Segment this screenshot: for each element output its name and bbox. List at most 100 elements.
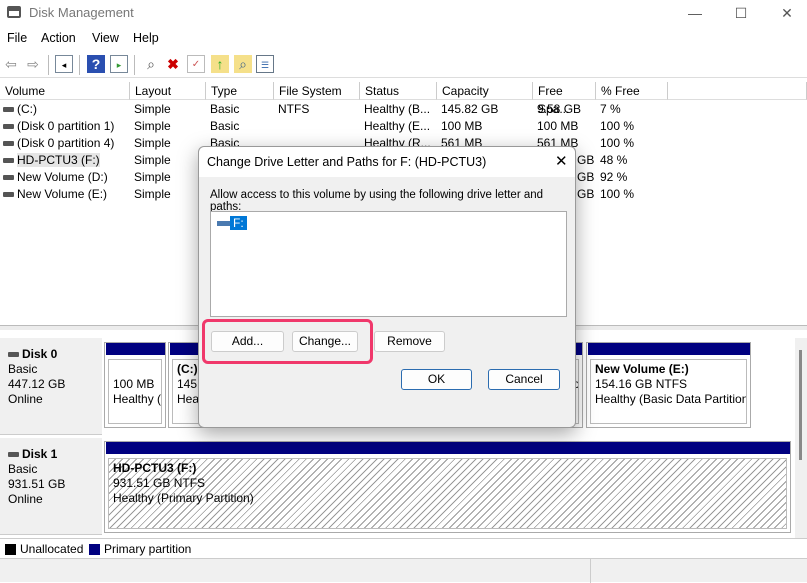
table-cell: Basic xyxy=(210,119,240,133)
path-item[interactable]: F: xyxy=(217,216,247,230)
window-title: Disk Management xyxy=(29,5,134,20)
table-cell: 100 % xyxy=(600,119,635,133)
column-header[interactable]: Type xyxy=(206,82,274,100)
table-cell: 92 % xyxy=(600,170,628,184)
cancel-button[interactable]: Cancel xyxy=(488,369,560,390)
column-header[interactable]: File System xyxy=(274,82,360,100)
table-cell: Simple xyxy=(134,119,171,133)
minimize-button[interactable]: — xyxy=(672,0,718,26)
table-cell: Simple xyxy=(134,102,171,116)
menu-bar: File Action View Help xyxy=(0,28,807,48)
primary-swatch xyxy=(89,544,100,555)
table-cell: Healthy (E... xyxy=(364,119,431,133)
legend-unallocated: Unallocated xyxy=(20,542,84,556)
menu-action[interactable]: Action xyxy=(41,31,76,45)
table-cell: NTFS xyxy=(278,102,310,116)
partition-size: 931.51 GB NTFS xyxy=(113,476,206,490)
disk-size: 931.51 GB xyxy=(8,477,66,491)
volume-icon xyxy=(3,107,14,113)
table-cell: HD-PCTU3 (F:) xyxy=(0,152,130,169)
partition-title: New Volume (E:) xyxy=(595,362,689,376)
delete-icon[interactable]: ✖ xyxy=(164,55,182,73)
close-button[interactable]: ✕ xyxy=(764,0,807,26)
maximize-button[interactable]: ☐ xyxy=(718,0,764,26)
properties-icon[interactable]: ✓ xyxy=(187,55,205,73)
table-cell: 100 % xyxy=(600,136,635,150)
table-cell: 9.58 GB xyxy=(537,102,582,116)
forward-icon[interactable]: ⇨ xyxy=(24,55,42,73)
table-cell: 7 % xyxy=(600,102,621,116)
search-icon[interactable]: ⌕ xyxy=(234,55,252,73)
menu-help[interactable]: Help xyxy=(133,31,159,45)
partition-body: 100 MB Healthy ( xyxy=(108,359,162,424)
action-pane-icon[interactable]: ▸ xyxy=(110,55,128,73)
partition[interactable]: HD-PCTU3 (F:) 931.51 GB NTFS Healthy (Prim… xyxy=(104,441,791,533)
table-cell: 100 MB xyxy=(441,119,483,133)
dialog-close-button[interactable]: ✕ xyxy=(555,152,568,170)
scrollbar[interactable] xyxy=(795,338,807,538)
table-cell: Healthy (B... xyxy=(364,102,431,116)
legend-primary: Primary partition xyxy=(104,542,192,556)
partition-title xyxy=(113,362,157,377)
table-cell: (Disk 0 partition 4) xyxy=(0,135,130,152)
disk-1-label[interactable]: Disk 1 Basic 931.51 GB Online xyxy=(0,438,102,535)
column-header[interactable]: Free Spa... xyxy=(533,82,596,116)
table-row[interactable]: (C:) Simple Basic NTFS Healthy (B... 145.82 G… xyxy=(0,101,807,118)
column-header[interactable]: Layout xyxy=(130,82,206,100)
disk-icon xyxy=(8,452,19,458)
partition-status: Healthy ( xyxy=(113,392,162,406)
partition-status: Healthy (Primary Partition) xyxy=(113,491,254,505)
status-bar xyxy=(0,558,807,583)
column-header[interactable]: % Free xyxy=(596,82,668,100)
legend: Unallocated Primary partition xyxy=(0,538,807,558)
partition-bar xyxy=(106,442,790,454)
list-icon[interactable]: ☰ xyxy=(256,55,274,73)
table-cell: New Volume (E:) xyxy=(0,186,130,203)
partition-size: 154.16 GB NTFS xyxy=(595,377,688,391)
table-cell: Simple xyxy=(134,170,171,184)
volume-icon xyxy=(3,192,14,198)
partition-body: New Volume (E:) 154.16 GB NTFS Healthy (Ba… xyxy=(590,359,747,424)
up-icon[interactable]: ↑ xyxy=(211,55,229,73)
path-label: F: xyxy=(230,216,247,230)
column-header[interactable]: Volume xyxy=(0,82,130,100)
disk-name: Disk 0 xyxy=(22,347,58,361)
table-cell: 48 % xyxy=(600,153,628,167)
partition[interactable]: New Volume (E:) 154.16 GB NTFS Healthy (Ba… xyxy=(586,342,751,428)
volume-icon xyxy=(3,158,14,164)
volume-name: (C:) xyxy=(17,102,37,116)
partition-title: HD-PCTU3 (F:) xyxy=(113,461,197,475)
menu-file[interactable]: File xyxy=(7,31,27,45)
table-row[interactable]: (Disk 0 partition 1) Simple Basic Healthy (… xyxy=(0,118,807,135)
partition-bar xyxy=(588,343,750,355)
disk-0-label[interactable]: Disk 0 Basic 447.12 GB Online xyxy=(0,338,102,435)
partition[interactable]: 100 MB Healthy ( xyxy=(104,342,166,428)
column-header[interactable]: Status xyxy=(360,82,437,100)
back-icon[interactable]: ⇦ xyxy=(2,55,20,73)
disk-type: Basic xyxy=(8,462,38,476)
change-drive-letter-dialog: Change Drive Letter and Paths for F: (HD… xyxy=(198,146,576,428)
ok-button[interactable]: OK xyxy=(401,369,472,390)
table-cell xyxy=(274,118,360,135)
connect-icon[interactable]: ⌕ xyxy=(142,55,160,73)
help-icon[interactable]: ? xyxy=(87,55,105,73)
console-tree-icon[interactable]: ◂ xyxy=(55,55,73,73)
menu-view[interactable]: View xyxy=(92,31,119,45)
disk-type: Basic xyxy=(8,362,38,376)
table-cell: Simple xyxy=(134,187,171,201)
volume-name: HD-PCTU3 (F:) xyxy=(17,153,100,167)
remove-button[interactable]: Remove xyxy=(374,331,445,352)
disk-state: Online xyxy=(8,492,43,506)
partition-status: Healthy (Basic Data Partition) xyxy=(595,392,747,406)
volume-name: (Disk 0 partition 1) xyxy=(17,119,115,133)
paths-listbox[interactable]: F: xyxy=(210,211,567,317)
table-cell: Simple xyxy=(134,136,171,150)
table-cell: (C:) xyxy=(0,101,130,118)
title-bar: Disk Management — ☐ ✕ xyxy=(0,0,807,26)
highlight-box xyxy=(202,319,373,364)
disk-size: 447.12 GB xyxy=(8,377,66,391)
column-header[interactable]: Capacity xyxy=(437,82,533,100)
volume-icon xyxy=(3,124,14,130)
column-header[interactable] xyxy=(668,82,807,100)
partition-size: 100 MB xyxy=(113,377,155,391)
